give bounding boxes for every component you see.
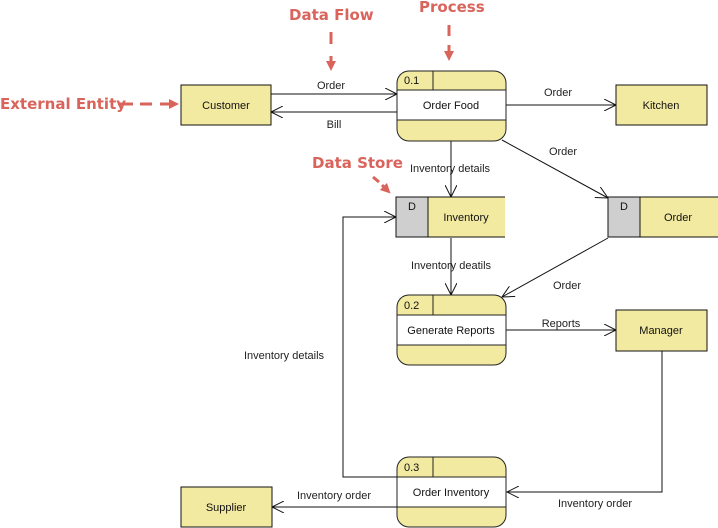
flow-label-order: Order — [317, 80, 345, 92]
store-name: Order — [664, 212, 692, 224]
flow-manager-to-order-inventory[interactable] — [507, 351, 663, 492]
flow-label-bill: Bill — [327, 119, 342, 131]
entity-customer-label: Customer — [202, 100, 250, 112]
annotation-data-store: Data Store — [312, 154, 403, 172]
annotation-data-store-arrowhead — [379, 182, 391, 194]
dfd-diagram: Data Flow Process External Entity Data S… — [0, 0, 718, 528]
process-id: 0.3 — [404, 462, 419, 474]
store-order[interactable]: D Order — [607, 196, 718, 238]
entity-kitchen-label: Kitchen — [643, 100, 680, 112]
entity-customer[interactable]: Customer — [180, 84, 272, 126]
entity-supplier-label: Supplier — [206, 502, 247, 514]
flow-label-order-kitchen: Order — [544, 87, 572, 99]
store-id: D — [408, 201, 416, 213]
process-name: Order Inventory — [413, 487, 490, 499]
store-id: D — [620, 201, 628, 213]
process-name: Order Food — [423, 100, 479, 112]
store-name: Inventory — [443, 212, 489, 224]
process-id: 0.2 — [404, 300, 419, 312]
process-generate-reports[interactable]: 0.2 Generate Reports — [396, 294, 507, 366]
flow-label-inventory-details: Inventory details — [410, 163, 491, 175]
entity-kitchen[interactable]: Kitchen — [615, 84, 708, 126]
flow-label-inventory-order-supplier: Inventory order — [297, 490, 371, 502]
process-id: 0.1 — [404, 75, 419, 87]
annotation-data-store-arrow — [372, 175, 380, 184]
flow-label-reports: Reports — [542, 318, 581, 330]
annotation-external-entity: External Entity — [0, 95, 126, 113]
flow-label-order-store: Order — [549, 146, 577, 158]
store-inventory[interactable]: D Inventory — [395, 196, 508, 238]
process-order-food[interactable]: 0.1 Order Food — [396, 70, 507, 142]
flow-label-inventory-order-manager: Inventory order — [558, 498, 632, 510]
flow-label-order-reports: Order — [553, 280, 581, 292]
entity-supplier[interactable]: Supplier — [180, 486, 273, 528]
process-name: Generate Reports — [407, 325, 495, 337]
flow-label-inventory-deatils: Inventory deatils — [411, 260, 492, 272]
annotation-process: Process — [419, 0, 485, 16]
entity-manager[interactable]: Manager — [615, 309, 708, 352]
annotation-data-flow: Data Flow — [289, 6, 374, 24]
flow-label-inventory-details-loop: Inventory details — [244, 350, 325, 362]
flow-order-inventory-to-inventory[interactable] — [342, 217, 397, 478]
process-order-inventory[interactable]: 0.3 Order Inventory — [396, 456, 507, 528]
entity-manager-label: Manager — [639, 325, 683, 337]
